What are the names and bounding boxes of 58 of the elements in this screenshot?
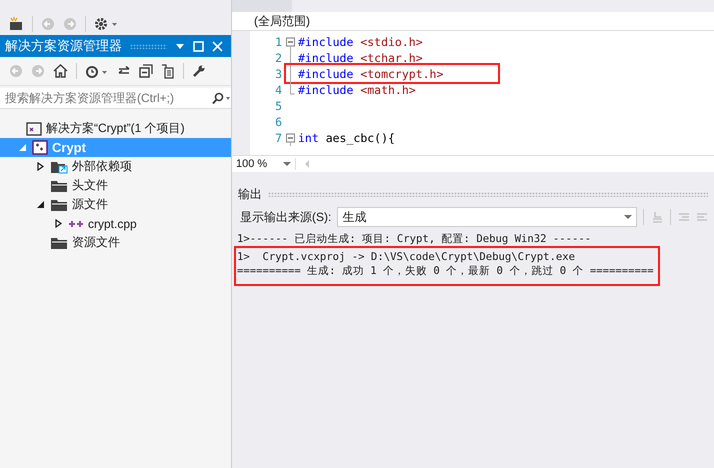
line-number: 5 xyxy=(274,99,283,113)
line-number: 1 xyxy=(274,35,283,49)
tree-label: Crypt xyxy=(52,140,86,155)
tree-item[interactable]: 资源文件 xyxy=(0,233,231,252)
line-number: 3 xyxy=(274,67,283,81)
wrench-icon[interactable] xyxy=(192,64,206,78)
collapsed-arrow-icon[interactable] xyxy=(55,219,63,228)
tree-label: 外部依赖项 xyxy=(72,158,132,175)
tree-item[interactable]: 外部依赖项 xyxy=(0,157,231,176)
solution-icon xyxy=(26,122,42,136)
tree-item[interactable]: 解决方案“Crypt”(1 个项目) xyxy=(0,119,231,138)
cpp-file-icon xyxy=(68,218,84,228)
code-line: int aes_cbc(){ xyxy=(298,131,395,145)
code-line: #include <tchar.h> xyxy=(298,51,423,65)
zoom-dropdown[interactable]: 100 % xyxy=(232,158,296,170)
code-line: #include <math.h> xyxy=(298,83,416,97)
tree-label: 解决方案“Crypt”(1 个项目) xyxy=(46,120,185,137)
scope-dropdown[interactable]: (全局范围) xyxy=(232,12,714,31)
source-label: 显示输出来源(S): xyxy=(240,208,332,226)
output-line: 1> Crypt.vcxproj -> D:\VS\code\Crypt\Debug\Crypt.exe xyxy=(237,250,576,264)
caret-icon xyxy=(283,162,291,166)
output-source-dropdown[interactable]: 生成 xyxy=(337,207,638,227)
collapsed-arrow-icon[interactable] xyxy=(37,162,45,171)
dropdown-icon[interactable] xyxy=(175,41,185,51)
line-number: 7 xyxy=(274,131,283,145)
tree-label: 头文件 xyxy=(72,177,108,194)
tree-label: 资源文件 xyxy=(72,234,120,251)
panel-title: 输出 xyxy=(238,186,262,202)
home-icon[interactable] xyxy=(53,64,68,78)
line-number: 6 xyxy=(274,115,283,129)
new-folder-icon[interactable] xyxy=(8,16,24,32)
search-field[interactable]: 搜索解决方案资源管理器(Ctrl+;) xyxy=(0,88,231,109)
collapse-icon[interactable] xyxy=(139,64,153,78)
tree-item[interactable]: 头文件 xyxy=(0,176,231,195)
code-line: #include <stdio.h> xyxy=(298,35,423,49)
files-icon[interactable] xyxy=(161,64,175,78)
expanded-arrow-icon[interactable] xyxy=(37,200,45,209)
line-number: 2 xyxy=(274,51,283,65)
close-icon[interactable] xyxy=(212,40,223,52)
maximize-icon[interactable] xyxy=(193,40,204,52)
caret-icon xyxy=(624,214,632,220)
folder-icon xyxy=(50,235,68,250)
line-number: 4 xyxy=(274,83,283,97)
output-line: 1>------ 已启动生成: 项目: Crypt, 配置: Debug Win32 ------ xyxy=(237,232,592,246)
output-line: ========== 生成: 成功 1 个，失败 0 个，最新 0 个，跳过 0 个 ========== xyxy=(237,264,655,278)
clock-icon[interactable] xyxy=(85,64,109,78)
tree-label: crypt.cpp xyxy=(88,216,137,230)
search-icon[interactable] xyxy=(211,92,231,104)
project-icon xyxy=(32,140,48,155)
tree-item[interactable]: crypt.cpp xyxy=(0,214,231,233)
tree-item[interactable]: 源文件 xyxy=(0,195,231,214)
panel-title: 解决方案资源管理器 xyxy=(5,37,122,55)
folder-icon xyxy=(50,178,68,193)
settings-icon[interactable] xyxy=(94,16,118,30)
tree-label: 源文件 xyxy=(72,196,108,213)
folder-link-icon xyxy=(50,159,68,174)
code-line: #include <tomcrypt.h> xyxy=(298,67,444,81)
folder-icon xyxy=(50,197,68,212)
